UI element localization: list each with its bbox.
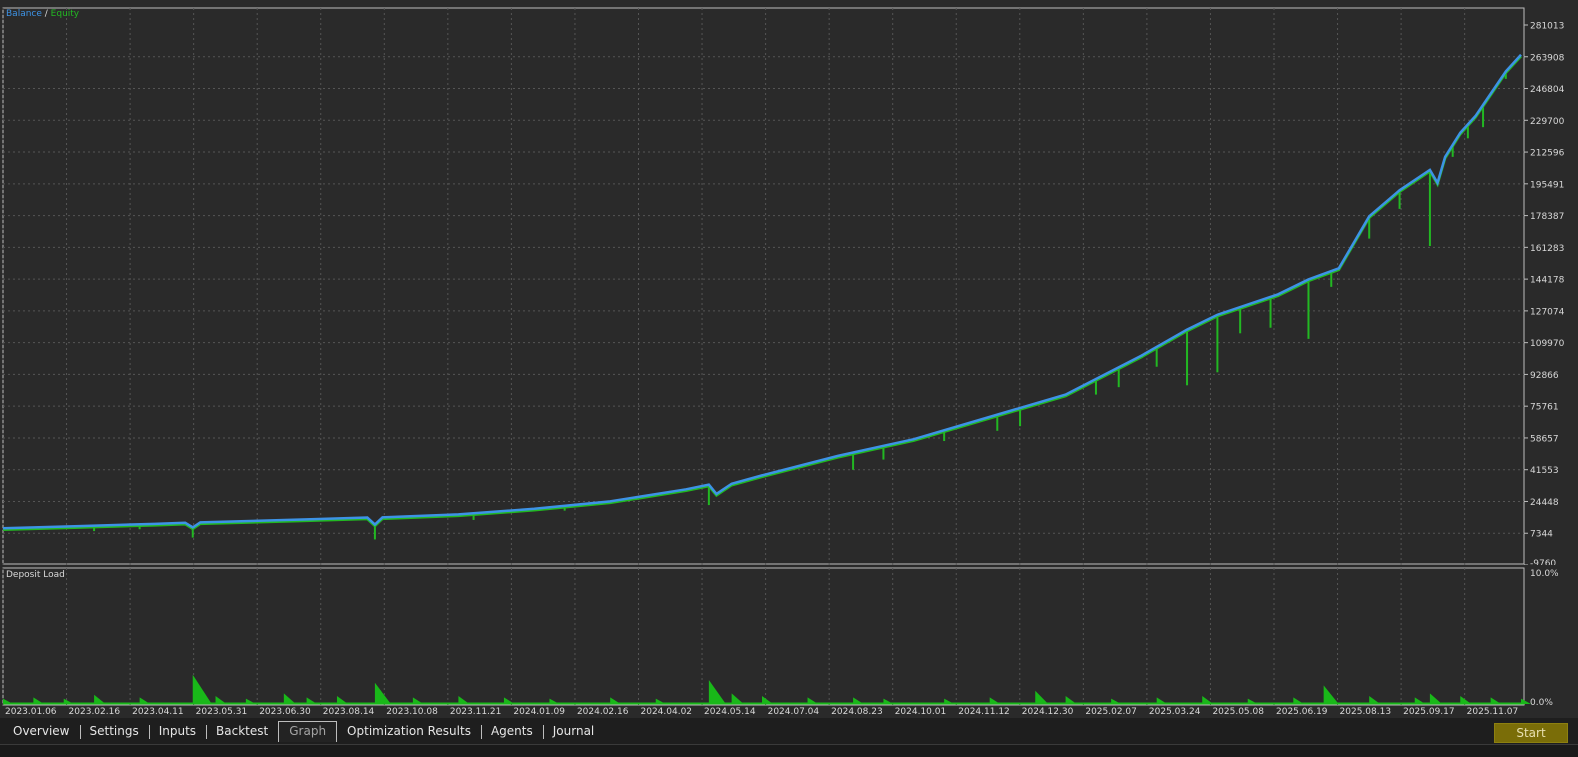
- deposit-load-spike: [192, 674, 212, 704]
- x-tick-label: 2023.02.16: [69, 707, 121, 717]
- status-bar: [0, 744, 1578, 757]
- balance-line: [2, 53, 1522, 530]
- deposit-y-tick-label: 0.0%: [1530, 698, 1553, 708]
- y-tick-label: 144178: [1530, 276, 1565, 286]
- y-tick-label: 195491: [1530, 180, 1564, 190]
- legend-balance: Balance: [6, 9, 42, 19]
- x-tick-label: 2025.06.19: [1276, 707, 1328, 717]
- deposit-load-spike: [412, 697, 424, 704]
- x-tick-label: 2023.08.14: [323, 707, 375, 717]
- deposit-load-spike: [503, 697, 515, 704]
- deposit-load-spike: [245, 698, 256, 704]
- tab-bar: Overview Settings Inputs Backtest Graph …: [0, 719, 1578, 744]
- x-tick-label: 2024.07.04: [768, 707, 820, 717]
- y-tick-label: 263908: [1530, 53, 1565, 63]
- y-tick-label: 41553: [1530, 466, 1559, 476]
- deposit-load-spike: [610, 697, 621, 704]
- deposit-load-spike: [944, 698, 955, 704]
- deposit-load-spike: [883, 698, 894, 704]
- tab-agents[interactable]: Agents: [480, 722, 543, 741]
- tab-journal[interactable]: Journal: [542, 722, 605, 741]
- y-tick-label: 212596: [1530, 149, 1565, 159]
- deposit-load-spike: [989, 697, 1001, 704]
- deposit-load-spike: [549, 698, 560, 704]
- balance-equity-chart: 281013 263908 246804 229700 212596 195491 1783…: [2, 7, 1565, 565]
- y-tick-label: 75761: [1530, 403, 1559, 413]
- x-tick-label: 2025.05.08: [1212, 707, 1264, 717]
- deposit-load-spike: [1035, 690, 1049, 704]
- chart-area: 281013 263908 246804 229700 212596 195491 1783…: [0, 0, 1578, 718]
- tab-graph[interactable]: Graph: [278, 721, 338, 742]
- y-tick-label: 92866: [1530, 371, 1559, 381]
- y-tick-label: 178387: [1530, 212, 1564, 222]
- deposit-load-spike: [374, 682, 391, 704]
- x-tick-label: 2024.10.01: [895, 707, 947, 717]
- deposit-load-spike: [283, 693, 296, 704]
- tabs: Overview Settings Inputs Backtest Graph …: [3, 719, 604, 744]
- y-tick-label: 7344: [1530, 530, 1553, 540]
- deposit-y-tick-label: 10.0%: [1530, 569, 1559, 579]
- deposit-load-title: Deposit Load: [6, 570, 65, 580]
- x-tick-label: 2023.10.08: [386, 707, 438, 717]
- y-tick-label: 24448: [1530, 498, 1559, 508]
- deposit-load-chart: 2023.01.06 2023.02.16 2023.04.11 2023.05.31…: [2, 567, 1559, 717]
- y-tick-label: 229700: [1530, 117, 1565, 127]
- x-tick-label: 2024.05.14: [704, 707, 756, 717]
- x-tick-label: 2023.11.21: [450, 707, 502, 717]
- deposit-load-spike: [1247, 698, 1258, 704]
- start-button[interactable]: Start: [1494, 723, 1568, 743]
- deposit-load-spike: [731, 693, 744, 704]
- tab-overview[interactable]: Overview: [3, 722, 80, 741]
- x-tick-label: 2025.09.17: [1403, 707, 1455, 717]
- y-tick-label: 161283: [1530, 244, 1564, 254]
- deposit-load-spike: [3, 698, 13, 704]
- x-tick-label: 2025.03.24: [1149, 707, 1201, 717]
- x-tick-label: 2023.01.06: [5, 707, 57, 717]
- y-tick-label: 58657: [1530, 434, 1559, 444]
- x-tick-label: 2023.05.31: [196, 707, 248, 717]
- deposit-load-spike: [708, 680, 726, 704]
- tab-optimization-results[interactable]: Optimization Results: [337, 722, 481, 741]
- x-tick-label: 2023.04.11: [132, 707, 184, 717]
- x-tick-label: 2024.12.30: [1022, 707, 1074, 717]
- deposit-load-spike: [306, 697, 318, 704]
- x-tick-label: 2025.08.13: [1340, 707, 1392, 717]
- tab-inputs[interactable]: Inputs: [148, 722, 206, 741]
- chart-legend: Balance / Equity: [6, 9, 79, 20]
- x-tick-label: 2024.02.16: [577, 707, 629, 717]
- y-tick-label: 127074: [1530, 307, 1565, 317]
- deposit-load-spike: [1429, 693, 1442, 704]
- x-tick-label: 2024.08.23: [831, 707, 883, 717]
- deposit-load-spike: [655, 698, 666, 704]
- deposit-load-spike: [94, 694, 106, 704]
- deposit-load-spike: [1111, 698, 1122, 704]
- legend-separator: /: [41, 9, 51, 19]
- y-tick-label: 109970: [1530, 339, 1565, 349]
- tab-backtest[interactable]: Backtest: [206, 722, 278, 741]
- tab-settings[interactable]: Settings: [79, 722, 149, 741]
- deposit-load-spike: [63, 698, 74, 704]
- deposit-load-spike: [1323, 685, 1339, 704]
- y-tick-label: 281013: [1530, 22, 1564, 32]
- x-tick-label: 2024.01.09: [513, 707, 565, 717]
- deposit-load-spike: [853, 697, 864, 704]
- x-tick-label: 2025.11.07: [1467, 707, 1519, 717]
- x-tick-label: 2025.02.07: [1085, 707, 1137, 717]
- deposit-load-spike: [33, 697, 44, 704]
- equity-line: [2, 55, 1522, 532]
- y-tick-label: 246804: [1530, 85, 1565, 95]
- x-tick-label: 2024.11.12: [958, 707, 1010, 717]
- legend-equity: Equity: [50, 9, 80, 19]
- x-tick-label: 2023.06.30: [259, 707, 311, 717]
- deposit-frame: [2, 567, 1525, 706]
- x-tick-label: 2024.04.02: [641, 707, 693, 717]
- deposit-load-spike: [807, 697, 819, 704]
